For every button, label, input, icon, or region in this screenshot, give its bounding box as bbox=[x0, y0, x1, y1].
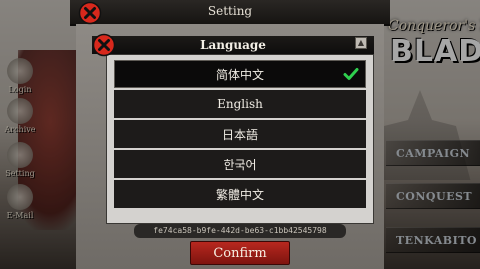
language-title: Language bbox=[200, 38, 266, 52]
language-option-english[interactable]: English bbox=[114, 90, 366, 118]
language-option-simplified-chinese[interactable]: 简体中文 bbox=[114, 60, 366, 88]
language-option-japanese[interactable]: 日本語 bbox=[114, 120, 366, 148]
setting-close-button[interactable] bbox=[78, 1, 102, 25]
language-option-korean[interactable]: 한국어 bbox=[114, 150, 366, 178]
scroll-up-icon[interactable]: ▲ bbox=[355, 37, 367, 49]
checkmark-icon bbox=[343, 68, 359, 80]
device-id-label: fe74ca58-b9fe-442d-be63-c1bb42545798 bbox=[134, 224, 346, 238]
language-close-button[interactable] bbox=[92, 33, 116, 57]
language-option-traditional-chinese[interactable]: 繁體中文 bbox=[114, 180, 366, 208]
confirm-button[interactable]: Confirm bbox=[190, 241, 290, 265]
setting-title: Setting bbox=[207, 4, 253, 18]
